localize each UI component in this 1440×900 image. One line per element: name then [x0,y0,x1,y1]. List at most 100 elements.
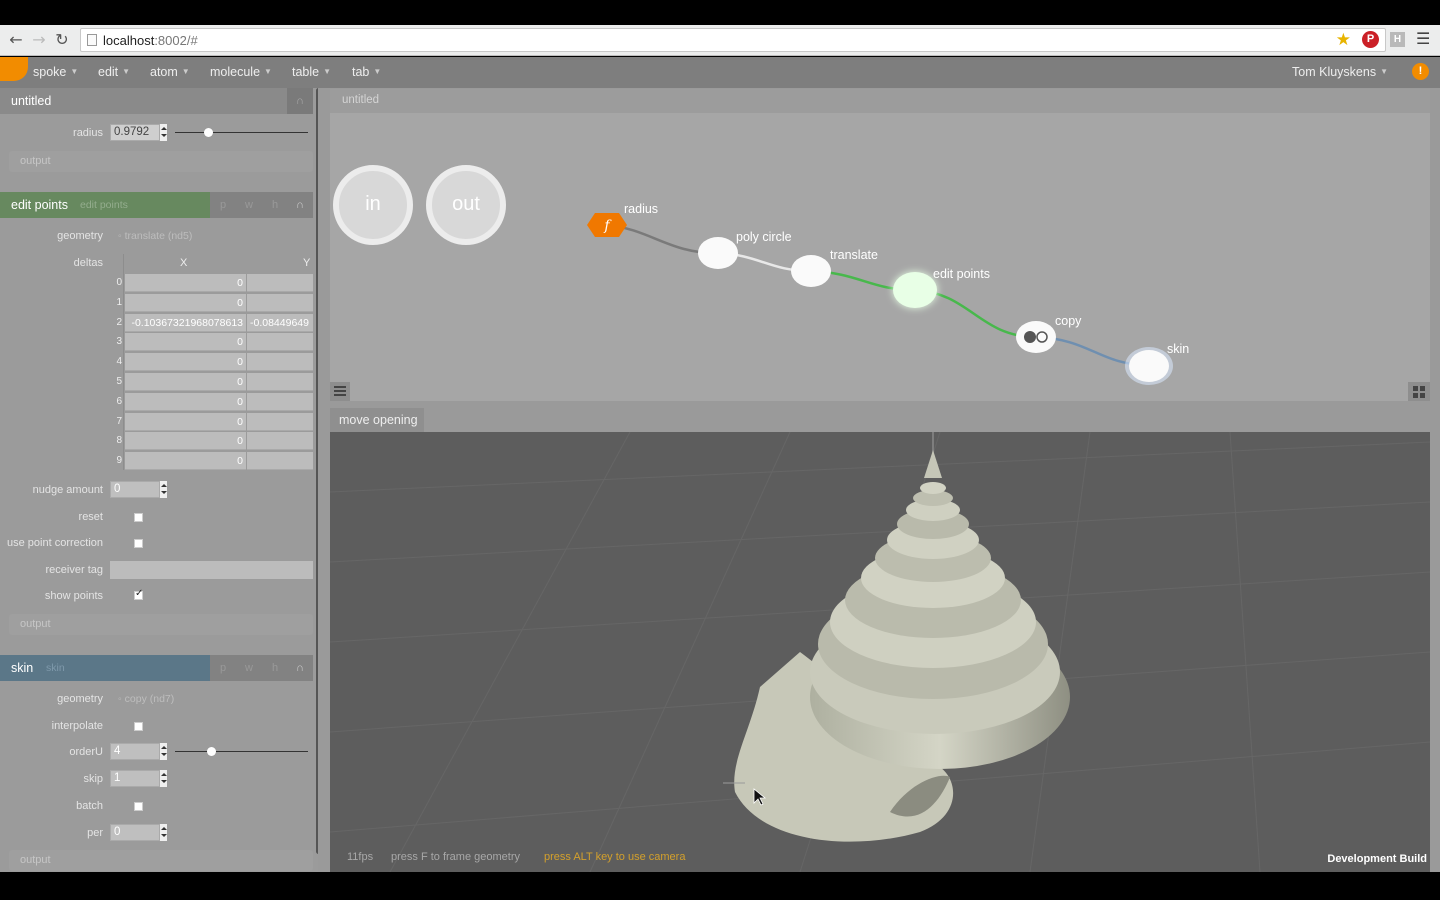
panel-scrollbar[interactable] [316,88,318,854]
pinterest-icon[interactable]: P [1362,31,1379,48]
delta-x-cell[interactable]: 0 [125,293,246,312]
viewport-canvas [330,432,1430,872]
orderu-slider-knob[interactable] [206,747,216,756]
menu-tab[interactable]: tab ▼ [352,65,381,79]
collapse-icon[interactable]: ∩ [287,88,313,114]
wireframe-button[interactable]: w [236,655,262,681]
reset-checkbox[interactable] [134,513,143,522]
menu-atom-label: atom [150,65,178,79]
menu-atom[interactable]: atom ▼ [150,65,190,79]
orderu-slider-track[interactable] [175,751,308,752]
show-points-checkbox[interactable] [134,588,143,600]
alert-icon[interactable]: ! [1412,63,1429,80]
delta-y-cell[interactable] [247,353,313,372]
batch-checkbox[interactable] [134,802,143,811]
edit-points-title: edit points [11,198,68,212]
reload-icon[interactable]: ↻ [52,30,72,50]
graph-list-icon[interactable] [330,382,350,401]
spoke-logo[interactable] [0,57,28,81]
delta-x-cell[interactable]: 0 [125,392,246,411]
collapse-icon[interactable]: ∩ [287,655,313,681]
nudge-amount-input[interactable]: 0 [110,481,162,498]
node-edit-points[interactable]: edit points [893,267,990,308]
delta-x-cell[interactable]: 0 [125,333,246,352]
delta-x-cell[interactable]: 0 [125,373,246,391]
receiver-tag-input[interactable] [110,561,313,579]
radius-input[interactable]: 0.9792 [110,124,162,141]
edit-points-header[interactable]: edit points edit points p w h ∩ [0,192,313,218]
output-bar[interactable]: output [9,614,313,635]
menu-molecule[interactable]: molecule ▼ [210,65,272,79]
delta-x-cell[interactable]: 0 [125,432,246,451]
delta-y-cell[interactable]: -0.08449649 [247,313,313,332]
camera-hint: press ALT key to use camera [544,851,686,863]
back-icon[interactable]: ← [6,30,26,50]
geometry-label: geometry [57,693,103,705]
hide-button[interactable]: h [262,655,288,681]
radius-slider-knob[interactable] [204,128,214,137]
forward-icon[interactable]: → [29,30,49,50]
delta-y-cell[interactable] [247,373,313,391]
per-stepper[interactable] [159,824,167,841]
grid-icon-bg [1408,382,1430,401]
delta-y-cell[interactable] [247,333,313,352]
menu-table[interactable]: table ▼ [292,65,331,79]
menu-edit[interactable]: edit ▼ [98,65,130,79]
user-menu[interactable]: Tom Kluyskens ▼ [1292,65,1388,79]
node-poly-circle[interactable]: poly circle [698,230,792,269]
node-radius[interactable]: f radius [587,202,658,237]
nudge-stepper[interactable] [159,481,167,498]
skip-stepper[interactable] [159,770,167,787]
radius-stepper[interactable] [159,124,167,141]
delta-y-cell[interactable] [247,412,313,431]
hide-button[interactable]: h [262,192,288,218]
orderu-stepper[interactable] [159,743,167,760]
delta-y-cell[interactable] [247,452,313,471]
browser-toolbar: ← → ↻ localhost:8002/# ★ P H ☰ [0,25,1440,56]
node-copy[interactable]: copy [1016,314,1082,353]
list-icon-line [334,386,346,388]
skip-input[interactable]: 1 [110,770,162,787]
collapse-icon[interactable]: ∩ [287,192,313,218]
menu-spoke[interactable]: spoke ▼ [33,65,78,79]
use-point-correction-checkbox[interactable] [134,539,143,548]
shell-body [810,450,1070,769]
chevron-down-icon: ▼ [70,67,79,76]
radius-slider-track[interactable] [175,132,308,133]
skin-subtitle: skin [46,662,65,674]
delta-y-cell[interactable] [247,432,313,451]
wireframe-button[interactable]: w [236,192,262,218]
chevron-down-icon: ▼ [181,67,190,76]
node-skin[interactable]: skin [1125,342,1189,385]
delta-y-cell[interactable] [247,392,313,411]
delta-x-cell[interactable]: 0 [125,353,246,372]
skin-header[interactable]: skin skin p w h ∩ [0,655,313,681]
output-bar[interactable]: output [9,850,313,871]
delta-y-cell[interactable] [247,293,313,312]
node-graph[interactable]: untitled in out f radius poly circle tra… [330,89,1430,401]
graph-grid-icon[interactable] [1408,382,1430,401]
browser-menu-icon[interactable]: ☰ [1416,29,1430,48]
extension-icon[interactable]: H [1390,32,1405,47]
viewport-tab[interactable]: move opening [330,408,424,432]
delta-x-cell[interactable]: 0 [125,452,246,471]
geometry-source[interactable]: ◦ copy (nd7) [118,693,174,705]
output-bar[interactable]: output [9,151,313,172]
row-index: 9 [116,455,122,467]
preview-button[interactable]: p [210,655,236,681]
bookmark-star-icon[interactable]: ★ [1336,30,1351,50]
delta-x-cell[interactable]: 0 [125,412,246,431]
row-index: 7 [116,415,122,427]
3d-viewport[interactable]: 11fps press F to frame geometry press AL… [330,432,1430,872]
address-bar[interactable]: localhost:8002/# ★ P [80,28,1386,52]
per-input[interactable]: 0 [110,824,162,841]
deltas-label: deltas [73,257,103,269]
preview-button[interactable]: p [210,192,236,218]
orderu-input[interactable]: 4 [110,743,162,760]
geometry-source[interactable]: ◦ translate (nd5) [118,230,192,242]
delta-x-cell[interactable]: -0.10367321968078613 [125,313,246,332]
delta-y-cell[interactable] [247,274,313,292]
use-point-correction-label: use point correction [7,537,103,549]
interpolate-checkbox[interactable] [134,722,143,731]
delta-x-cell[interactable]: 0 [125,274,246,292]
